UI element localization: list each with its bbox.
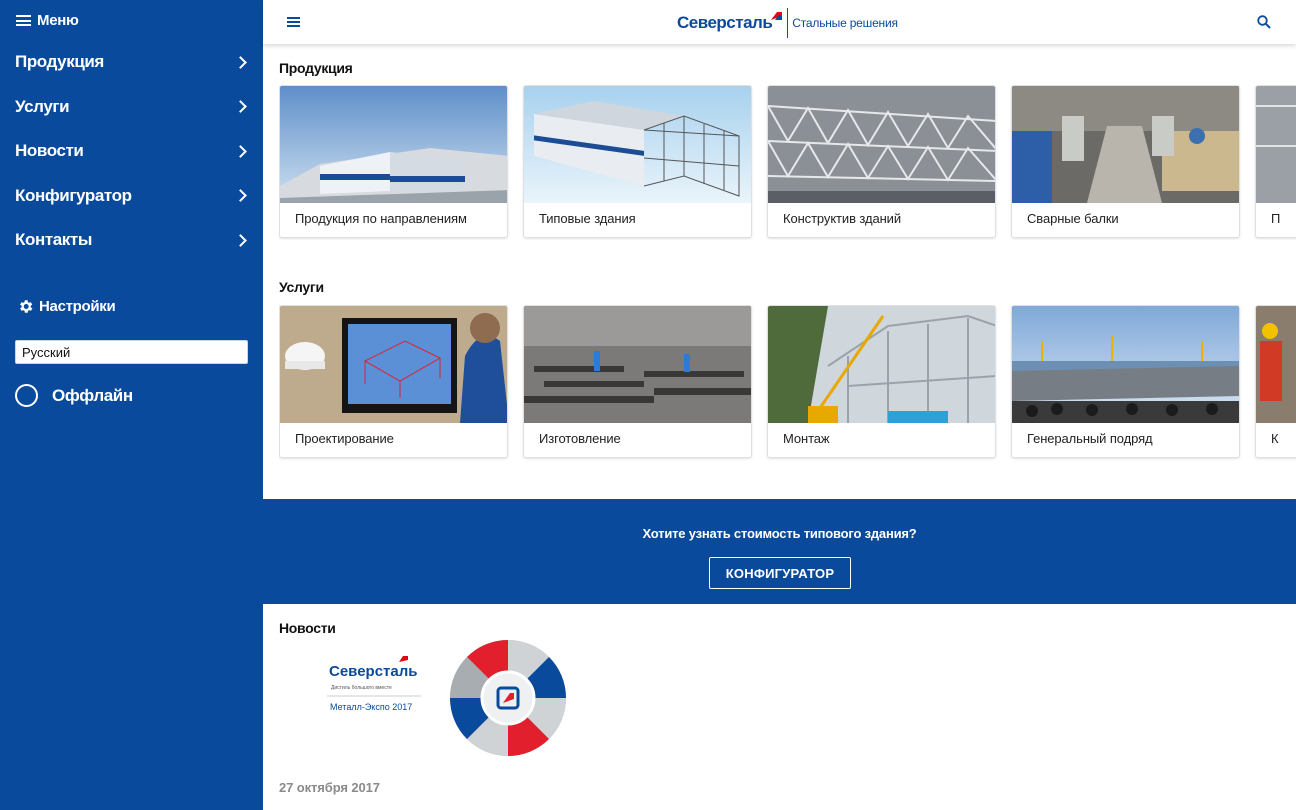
menu-title: Меню — [37, 12, 79, 29]
service-card[interactable]: Генеральный подряд — [1011, 305, 1240, 458]
sidebar-item-label: Услуги — [15, 96, 70, 116]
sidebar-item-label: Новости — [15, 141, 84, 161]
card-label: Изготовление — [539, 431, 621, 446]
chevron-right-icon — [234, 233, 247, 247]
search-icon[interactable] — [1257, 15, 1271, 29]
infographic-icon — [450, 640, 566, 756]
card-image — [524, 306, 751, 423]
news-section-title: Новости — [279, 620, 336, 636]
news-item-image[interactable]: Северсталь Дистиль большого вместе Метал… — [279, 640, 569, 765]
hamburger-menu-button[interactable] — [287, 17, 300, 27]
sidebar-item-label: Конфигуратор — [15, 185, 132, 205]
service-card[interactable]: Изготовление — [523, 305, 752, 458]
top-header: Северсталь Стальные решения — [263, 0, 1296, 44]
sidebar-item-label: Продукция — [15, 52, 104, 72]
product-card[interactable]: Сварные балки — [1011, 85, 1240, 238]
card-image — [280, 306, 507, 423]
card-image — [524, 86, 751, 203]
sidebar-item-services[interactable]: Услуги — [0, 85, 263, 130]
product-card[interactable]: Конструктив зданий — [767, 85, 996, 238]
settings-header: Настройки — [17, 298, 116, 315]
card-image — [280, 86, 507, 203]
logo-subtitle: Стальные решения — [792, 16, 898, 30]
card-label: К — [1271, 431, 1279, 446]
card-label: П — [1271, 211, 1281, 226]
logo-divider — [787, 8, 789, 38]
product-card[interactable]: П — [1255, 85, 1296, 238]
product-card[interactable]: Типовые здания — [523, 85, 752, 238]
settings-title: Настройки — [39, 298, 116, 315]
brand-mark-icon — [771, 12, 783, 20]
card-label: Продукция по направлениям — [295, 211, 467, 226]
news-tagline: Дистиль большого вместе — [331, 685, 392, 691]
banner-text: Хотите узнать стоимость типового здания? — [642, 526, 917, 541]
offline-toggle[interactable]: Оффлайн — [15, 384, 133, 407]
card-image — [1012, 86, 1239, 203]
sidebar-nav: Продукция Услуги Новости Конфигуратор Ко… — [0, 40, 263, 263]
sidebar-item-label: Контакты — [15, 230, 92, 250]
sidebar-item-products[interactable]: Продукция — [0, 40, 263, 85]
products-carousel[interactable]: Продукция по направлениям Типовые здания… — [279, 85, 1296, 241]
card-label: Сварные балки — [1027, 211, 1119, 226]
offline-label: Оффлайн — [52, 385, 133, 405]
card-image — [1256, 306, 1296, 423]
card-label: Конструктив зданий — [783, 211, 901, 226]
logo-main-text: Северсталь — [677, 13, 773, 32]
card-label: Проектирование — [295, 431, 394, 446]
chevron-right-icon — [234, 100, 247, 114]
app-root: Меню Продукция Услуги Новости Конфигурат… — [0, 0, 1296, 810]
service-card[interactable]: Проектирование — [279, 305, 508, 458]
news-event-text: Металл-Экспо 2017 — [330, 702, 412, 712]
card-label: Генеральный подряд — [1027, 431, 1153, 446]
card-image — [1012, 306, 1239, 423]
services-section-title: Услуги — [279, 279, 324, 295]
gear-icon — [20, 300, 33, 313]
sidebar: Меню Продукция Услуги Новости Конфигурат… — [0, 0, 263, 810]
main-content: Продукция Продукция по направлениям Типо… — [263, 44, 1296, 810]
menu-header[interactable]: Меню — [16, 12, 79, 29]
card-label: Типовые здания — [539, 211, 636, 226]
sidebar-item-configurator[interactable]: Конфигуратор — [0, 174, 263, 219]
offline-radio[interactable] — [15, 384, 38, 407]
language-field[interactable] — [15, 340, 248, 364]
configurator-banner: Хотите узнать стоимость типового здания?… — [263, 499, 1296, 604]
services-carousel[interactable]: Проектирование Изготовление Монтаж Генер… — [279, 305, 1296, 461]
sidebar-item-news[interactable]: Новости — [0, 129, 263, 174]
card-image — [768, 306, 995, 423]
card-image — [768, 86, 995, 203]
chevron-right-icon — [234, 189, 247, 203]
brand-logo[interactable]: Северсталь Стальные решения — [677, 8, 898, 38]
service-card[interactable]: Монтаж — [767, 305, 996, 458]
news-logo-text: Северсталь — [329, 663, 417, 680]
card-label: Монтаж — [783, 431, 830, 446]
products-section-title: Продукция — [279, 60, 353, 76]
card-image — [1256, 86, 1296, 203]
product-card[interactable]: Продукция по направлениям — [279, 85, 508, 238]
configurator-button[interactable]: КОНФИГУРАТОР — [709, 557, 851, 589]
chevron-right-icon — [234, 55, 247, 69]
service-card[interactable]: К — [1255, 305, 1296, 458]
chevron-right-icon — [234, 144, 247, 158]
menu-icon — [16, 15, 31, 26]
sidebar-item-contacts[interactable]: Контакты — [0, 218, 263, 263]
news-item-date: 27 октября 2017 — [279, 780, 380, 795]
